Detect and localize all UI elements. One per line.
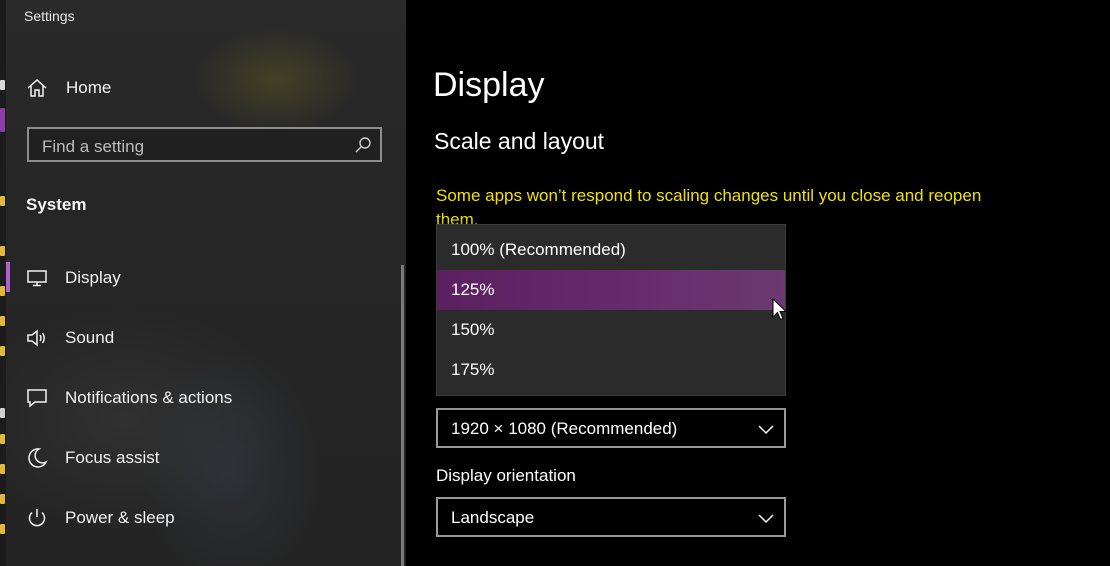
- desktop-icon-fragment: [0, 408, 5, 418]
- scale-option-label: 150%: [451, 320, 495, 339]
- chevron-down-icon: [758, 511, 774, 524]
- moon-icon: [26, 447, 48, 469]
- scale-option[interactable]: 150%: [437, 310, 785, 350]
- scale-dropdown-list: 100% (Recommended) 125% 150% 175%: [436, 224, 786, 396]
- sidebar-item-label: Focus assist: [65, 448, 160, 467]
- desktop-icon-fragment: [0, 316, 5, 326]
- search-icon[interactable]: [354, 136, 372, 154]
- scale-option[interactable]: 100% (Recommended): [437, 230, 785, 270]
- resolution-dropdown[interactable]: 1920 × 1080 (Recommended): [436, 408, 786, 448]
- resolution-value: 1920 × 1080 (Recommended): [451, 419, 678, 438]
- orientation-dropdown[interactable]: Landscape: [436, 497, 786, 537]
- sidebar-item-label: Power & sleep: [65, 508, 175, 527]
- desktop-icon-fragment: [0, 108, 5, 132]
- sidebar-item-focus-assist[interactable]: Focus assist: [6, 433, 400, 483]
- content-pane: Display Scale and layout Some apps won’t…: [406, 0, 1110, 566]
- desktop-icon-fragment: [0, 346, 5, 356]
- window-title: Settings: [24, 8, 75, 24]
- notification-icon: [26, 387, 48, 409]
- desktop-icon-fragment: [0, 464, 5, 474]
- desktop-icon-fragment: [0, 286, 5, 296]
- sidebar-item-power-sleep[interactable]: Power & sleep: [6, 493, 400, 543]
- monitor-icon: [26, 267, 48, 289]
- nav-home-label: Home: [66, 78, 112, 97]
- sidebar-item-label: Display: [65, 268, 121, 287]
- home-icon: [26, 77, 48, 99]
- sidebar-scrollbar[interactable]: [401, 265, 404, 566]
- nav-home[interactable]: Home: [6, 63, 400, 113]
- search-input[interactable]: Find a setting: [27, 127, 382, 162]
- sidebar-item-display[interactable]: Display: [6, 253, 400, 303]
- scale-option[interactable]: 175%: [437, 350, 785, 390]
- speaker-icon: [26, 327, 48, 349]
- desktop-icon-fragment: [0, 494, 5, 504]
- chevron-down-icon: [758, 422, 774, 435]
- sidebar-item-label: Notifications & actions: [65, 388, 233, 407]
- power-icon: [26, 507, 48, 529]
- scale-option-label: 125%: [451, 280, 495, 299]
- desktop-icon-fragment: [0, 524, 5, 534]
- sidebar-item-notifications[interactable]: Notifications & actions: [6, 373, 400, 423]
- scale-option-highlighted[interactable]: 125%: [437, 270, 785, 310]
- mouse-cursor-icon: [772, 297, 788, 322]
- settings-sidebar: Settings Home Find a setting System Disp…: [6, 0, 406, 566]
- search-placeholder: Find a setting: [42, 137, 145, 156]
- desktop-icon-fragment: [0, 196, 5, 206]
- page-title: Display: [433, 66, 545, 104]
- scale-option-label: 100% (Recommended): [451, 240, 626, 259]
- desktop-icon-fragment: [0, 80, 5, 90]
- scale-option-label: 175%: [451, 360, 495, 379]
- sidebar-item-label: Sound: [65, 328, 115, 347]
- section-heading: Scale and layout: [434, 128, 605, 154]
- desktop-icon-fragment: [0, 246, 5, 256]
- sidebar-item-sound[interactable]: Sound: [6, 313, 400, 363]
- section-label-system: System: [26, 195, 87, 214]
- desktop-icon-fragment: [0, 434, 5, 444]
- orientation-label: Display orientation: [436, 466, 576, 485]
- orientation-value: Landscape: [451, 508, 535, 527]
